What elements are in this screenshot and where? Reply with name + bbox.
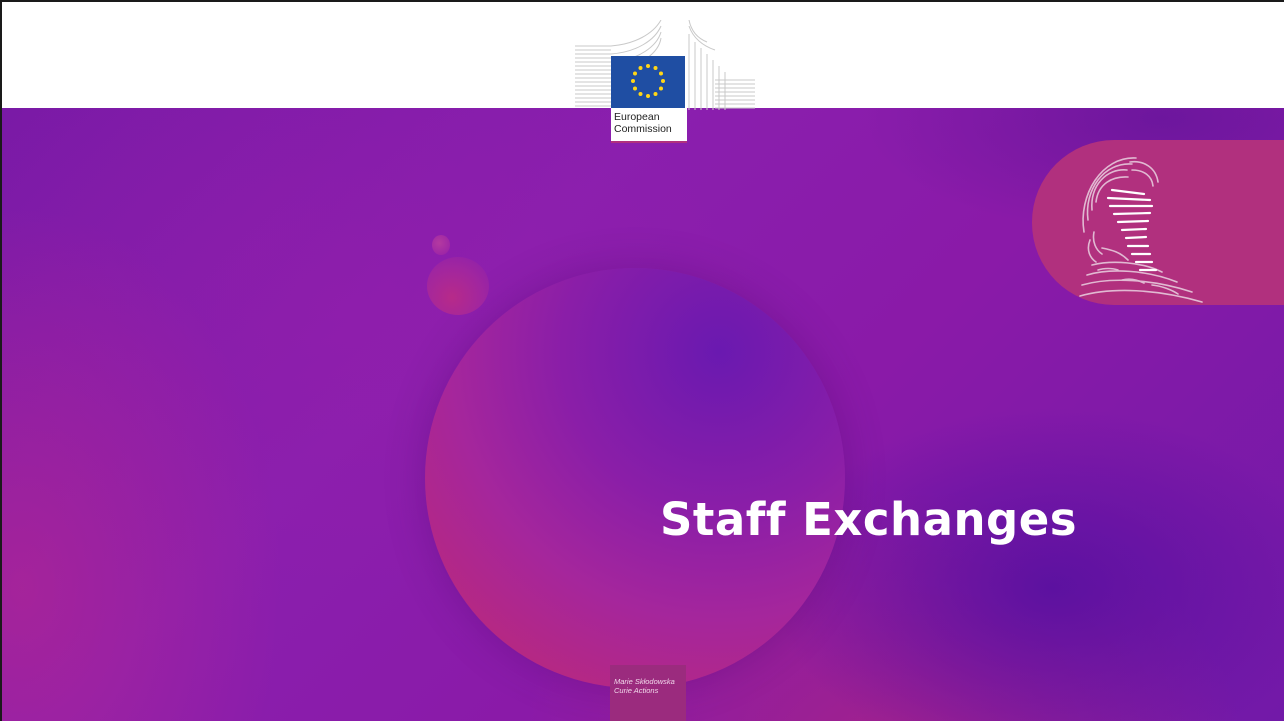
- msca-label-line1: Marie Skłodowska: [614, 677, 675, 686]
- eu-stars-icon: [631, 64, 665, 98]
- small-sphere: [427, 257, 489, 315]
- eu-flag: [611, 56, 685, 108]
- msca-label-line2: Curie Actions: [614, 686, 659, 695]
- frame-left-border: [0, 0, 2, 721]
- title-slide: European Commission Staff Exchanges Mari…: [0, 0, 1284, 721]
- logo-label-line1: European: [614, 111, 660, 123]
- portrait-pill: [1032, 140, 1284, 305]
- slide-title: Staff Exchanges: [660, 493, 1078, 546]
- msca-label: Marie Skłodowska Curie Actions: [614, 677, 675, 695]
- logo-label: European Commission: [614, 111, 672, 135]
- large-sphere: [425, 268, 845, 688]
- logo-label-line2: Commission: [614, 123, 672, 135]
- frame-top-border: [0, 0, 1284, 2]
- tiny-sphere: [432, 235, 450, 255]
- marie-curie-portrait-icon: [1079, 157, 1203, 303]
